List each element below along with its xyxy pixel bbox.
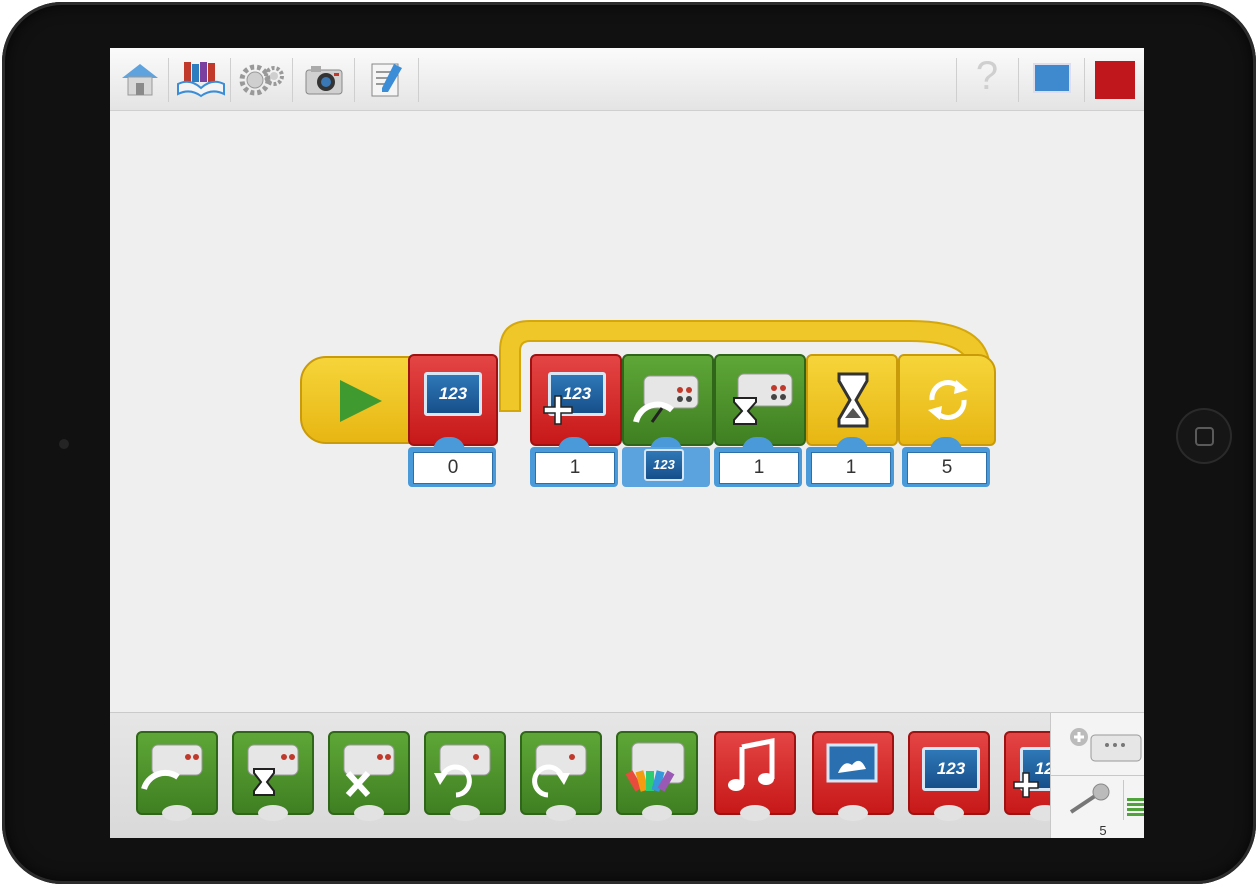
help-button[interactable]: ? <box>972 54 1002 99</box>
palette-motor-cw-block[interactable] <box>520 731 602 821</box>
books-icon[interactable] <box>176 58 225 100</box>
start-block[interactable] <box>300 356 416 444</box>
motor-speed-icon <box>633 375 699 423</box>
program-canvas[interactable]: 123 0 123 1 123 1 1 5 <box>110 111 1144 711</box>
motor-hourglass-icon <box>733 373 793 425</box>
palette-motor-on-for-block[interactable] <box>232 731 314 821</box>
sound-sensor-panel: 5 <box>1051 775 1144 838</box>
display-icon[interactable] <box>1030 58 1074 100</box>
wait-block[interactable] <box>806 354 898 446</box>
microphone-icon[interactable] <box>1065 782 1115 818</box>
hourglass-icon <box>837 372 869 428</box>
repeat-input[interactable]: 5 <box>902 447 990 487</box>
wait-input[interactable]: 1 <box>806 447 894 487</box>
palette-display-image-block[interactable] <box>812 731 894 821</box>
toolbar: ? <box>110 48 1144 111</box>
sound-level-bars <box>1127 798 1144 816</box>
front-camera <box>59 439 69 449</box>
palette-motor-power-block[interactable] <box>136 731 218 821</box>
display-number-input[interactable]: 0 <box>408 447 496 487</box>
display-number-block[interactable]: 123 <box>408 354 498 446</box>
plus-icon <box>1013 772 1039 798</box>
sensor-value: 5 <box>1099 823 1107 838</box>
add-display-number-block[interactable]: 123 <box>530 354 622 446</box>
stop-icon[interactable] <box>1094 60 1138 102</box>
loop-icon <box>928 380 968 420</box>
display-number-icon: 123 <box>424 372 482 416</box>
device-panel: 5 <box>1050 713 1144 838</box>
plus-icon <box>543 395 573 425</box>
palette-light-color-block[interactable] <box>616 731 698 821</box>
home-button[interactable] <box>1176 408 1232 464</box>
palette-display-number-block[interactable]: 123 <box>908 731 990 821</box>
motor-power-block[interactable] <box>622 354 714 446</box>
camera-icon[interactable] <box>302 58 346 100</box>
documentation-icon[interactable] <box>364 58 408 100</box>
motor-on-for-block[interactable] <box>714 354 806 446</box>
motor-power-input[interactable]: 123 <box>622 447 710 487</box>
app-screen: ? 123 0 123 1 123 1 1 5 123 123 5 <box>110 48 1144 838</box>
palette-motor-off-block[interactable] <box>328 731 410 821</box>
home-icon[interactable] <box>118 58 162 100</box>
gears-icon[interactable] <box>238 58 284 100</box>
home-button-square <box>1195 427 1214 446</box>
palette-motor-ccw-block[interactable] <box>424 731 506 821</box>
add-device-icon[interactable] <box>1067 725 1144 765</box>
play-icon <box>340 380 382 422</box>
motor-on-for-input[interactable]: 1 <box>714 447 802 487</box>
add-display-number-input[interactable]: 1 <box>530 447 618 487</box>
block-palette: 123 123 5 <box>110 712 1144 838</box>
palette-play-sound-block[interactable] <box>714 731 796 821</box>
repeat-block[interactable] <box>898 354 996 446</box>
